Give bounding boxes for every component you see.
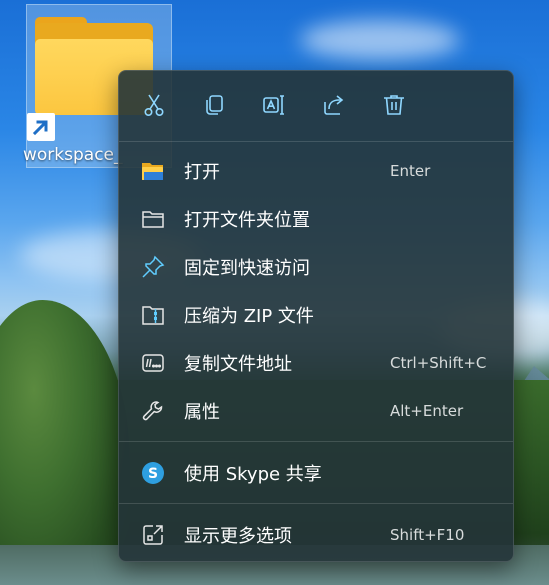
folder-open-color-icon [141, 159, 165, 183]
wrench-icon [141, 399, 165, 423]
cut-icon [141, 92, 167, 122]
menu-item-pin-quick-access[interactable]: 固定到快速访问 [125, 247, 507, 287]
svg-text:S: S [148, 466, 158, 482]
menu-item-label: 使用 Skype 共享 [184, 464, 322, 485]
menu-item-open[interactable]: 打开 Enter [125, 151, 507, 191]
rename-button[interactable] [256, 89, 292, 125]
context-menu: 打开 Enter 打开文件夹位置 固定到快速访问 压缩为 ZIP 文件 复制文件… [118, 70, 514, 562]
menu-item-label: 打开 [184, 162, 220, 183]
menu-item-shortcut: Alt+Enter [390, 402, 464, 420]
folder-outline-icon [141, 207, 165, 231]
show-more-icon [141, 523, 165, 547]
delete-icon [381, 92, 407, 122]
menu-item-open-folder-location[interactable]: 打开文件夹位置 [125, 199, 507, 239]
menu-item-label: 固定到快速访问 [184, 258, 310, 279]
share-button[interactable] [316, 89, 352, 125]
shortcut-arrow-icon [27, 113, 55, 141]
forest-hill [0, 300, 130, 585]
menu-item-shortcut: Ctrl+Shift+C [390, 354, 487, 372]
menu-item-copy-path[interactable]: 复制文件地址 Ctrl+Shift+C [125, 343, 507, 383]
menu-item-label: 打开文件夹位置 [184, 210, 310, 231]
cloud [300, 20, 460, 60]
menu-separator [119, 141, 513, 142]
menu-item-share-skype[interactable]: S 使用 Skype 共享 [125, 453, 507, 493]
skype-icon: S [141, 461, 165, 485]
menu-item-label: 压缩为 ZIP 文件 [184, 306, 314, 327]
menu-item-show-more-options[interactable]: 显示更多选项 Shift+F10 [125, 515, 507, 555]
menu-item-compress-zip[interactable]: 压缩为 ZIP 文件 [125, 295, 507, 335]
copy-button[interactable] [196, 89, 232, 125]
menu-item-properties[interactable]: 属性 Alt+Enter [125, 391, 507, 431]
zip-folder-icon [141, 303, 165, 327]
menu-item-label: 属性 [184, 402, 220, 423]
delete-button[interactable] [376, 89, 412, 125]
menu-item-label: 显示更多选项 [184, 526, 292, 547]
pin-icon [141, 255, 165, 279]
menu-item-shortcut: Shift+F10 [390, 526, 465, 544]
menu-separator [119, 503, 513, 504]
menu-item-shortcut: Enter [390, 162, 431, 180]
desktop-icon-label: workspace_ [23, 145, 123, 165]
copy-icon [201, 92, 227, 122]
context-menu-toolbar [119, 71, 513, 141]
desktop: workspace_ 打开 Enter 打开文件夹位置 固定到快速访问 压缩为 … [0, 0, 549, 585]
copy-path-icon [141, 351, 165, 375]
rename-icon [261, 92, 287, 122]
share-icon [321, 92, 347, 122]
cut-button[interactable] [136, 89, 172, 125]
menu-separator [119, 441, 513, 442]
menu-item-label: 复制文件地址 [184, 354, 292, 375]
